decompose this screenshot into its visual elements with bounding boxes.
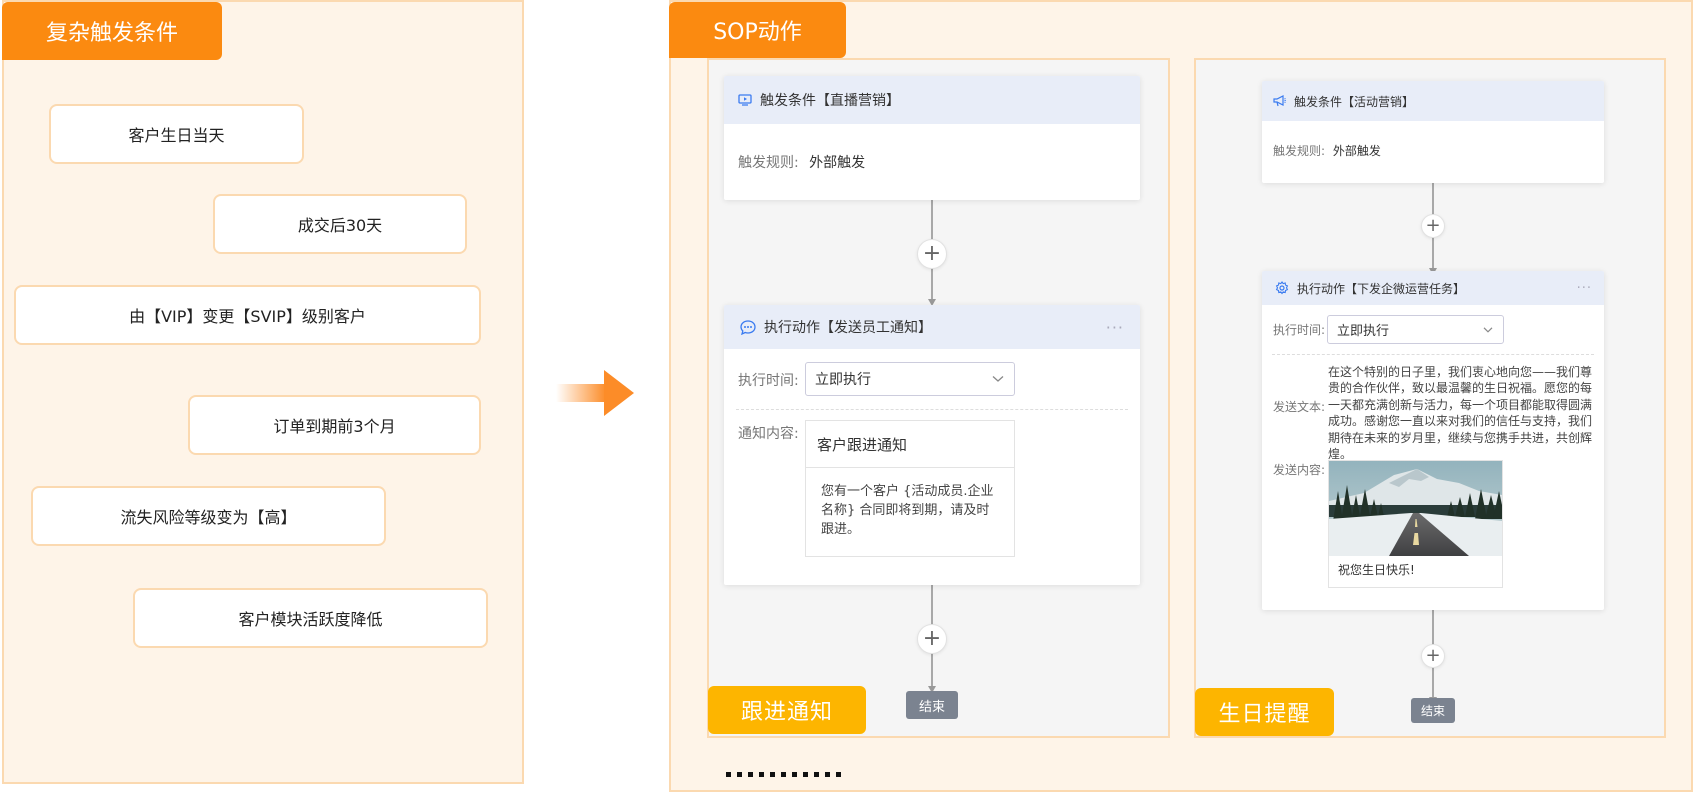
notify-content-box[interactable]: 客户跟进通知 您有一个客户 {活动成员.企业名称} 合同即将到期，请及时跟进。 [805, 420, 1015, 557]
condition-birthday: 客户生日当天 [49, 104, 304, 164]
ellipsis-dot [814, 772, 819, 777]
exec-time-value: 立即执行 [815, 372, 871, 388]
chat-bubble-icon [740, 319, 756, 335]
trigger-rule-value: 外部触发 [809, 155, 866, 171]
end-node: 结束 [906, 691, 958, 719]
ellipsis-dot [737, 772, 742, 777]
sop-action-title: SOP动作 [669, 2, 846, 58]
action-card-title: 执行动作【下发企微运营任务】 [1297, 281, 1466, 296]
add-step-button[interactable]: + [1421, 214, 1445, 238]
trigger-rule-label: 触发规则: [738, 155, 799, 171]
notify-content-label: 通知内容: [738, 426, 799, 442]
add-step-button[interactable]: + [917, 239, 947, 269]
send-content-label: 发送内容: [1273, 463, 1326, 477]
flow-arrow-body [556, 384, 606, 402]
action-card-employee-notify[interactable]: 执行动作【发送员工通知】 ··· 执行时间: 立即执行 通知内容: 客户跟进通知… [724, 305, 1140, 585]
trigger-rule-label: 触发规则: [1273, 144, 1326, 158]
ellipsis-dot [726, 772, 731, 777]
trigger-card-live-marketing[interactable]: 触发条件【直播营销】 触发规则: 外部触发 [724, 76, 1140, 200]
notify-body: 您有一个客户 {活动成员.企业名称} 合同即将到期，请及时跟进。 [821, 484, 994, 537]
exec-time-label: 执行时间: [738, 373, 799, 389]
ellipsis-dot [759, 772, 764, 777]
ellipsis-dot [836, 772, 841, 777]
divider [1272, 354, 1594, 355]
end-node: 结束 [1411, 698, 1455, 723]
send-text-body: 在这个特别的日子里，我们衷心地向您——我们尊贵的合作伙伴，致以最温馨的生日祝福。… [1328, 365, 1593, 462]
send-content-card[interactable]: 祝您生日快乐! [1328, 460, 1503, 588]
trigger-rule-value: 外部触发 [1332, 144, 1381, 158]
condition-activity-drop: 客户模块活跃度降低 [133, 588, 488, 648]
more-icon[interactable]: ··· [1577, 281, 1592, 296]
gear-icon [1275, 281, 1289, 295]
snowy-road-image [1329, 461, 1502, 556]
action-card-wecom-task[interactable]: 执行动作【下发企微运营任务】 ··· 执行时间: 立即执行 发送文本: 在这个特… [1262, 271, 1604, 610]
exec-time-select[interactable]: 立即执行 [805, 362, 1015, 396]
exec-time-value: 立即执行 [1337, 324, 1390, 339]
flow-arrow-icon [604, 370, 634, 416]
add-step-button[interactable]: + [1421, 644, 1445, 668]
image-caption: 祝您生日快乐! [1338, 563, 1415, 577]
ellipsis-dot [781, 772, 786, 777]
megaphone-icon [1273, 95, 1286, 107]
flow-followup-tag: 跟进通知 [708, 686, 866, 734]
ellipsis-dot [825, 772, 830, 777]
condition-order-expiry: 订单到期前3个月 [188, 395, 481, 455]
more-icon[interactable]: ··· [1106, 318, 1124, 337]
send-text-label: 发送文本: [1273, 400, 1326, 414]
ellipsis-dot [770, 772, 775, 777]
notify-title: 客户跟进通知 [806, 421, 1014, 468]
ellipsis-dot [803, 772, 808, 777]
trigger-card-activity-marketing[interactable]: 触发条件【活动营销】 触发规则: 外部触发 [1262, 81, 1604, 183]
add-step-button[interactable]: + [917, 624, 947, 654]
ellipsis-dot [748, 772, 753, 777]
condition-vip-to-svip: 由【VIP】变更【SVIP】级别客户 [14, 285, 481, 345]
flow-birthday-tag: 生日提醒 [1195, 688, 1334, 736]
trigger-card-title: 触发条件【活动营销】 [1294, 94, 1415, 109]
chevron-down-icon [992, 375, 1004, 383]
ellipsis-dot [792, 772, 797, 777]
exec-time-select[interactable]: 立即执行 [1327, 315, 1504, 344]
trigger-card-title: 触发条件【直播营销】 [760, 93, 900, 109]
screen-play-icon [738, 94, 752, 106]
condition-30-days-after-deal: 成交后30天 [213, 194, 467, 254]
action-card-title: 执行动作【发送员工通知】 [764, 320, 932, 336]
condition-churn-risk: 流失风险等级变为【高】 [31, 486, 386, 546]
more-flows-ellipsis [726, 772, 841, 777]
complex-trigger-title: 复杂触发条件 [2, 2, 222, 60]
chevron-down-icon [1483, 326, 1493, 333]
exec-time-label: 执行时间: [1273, 323, 1326, 337]
divider [736, 409, 1128, 410]
